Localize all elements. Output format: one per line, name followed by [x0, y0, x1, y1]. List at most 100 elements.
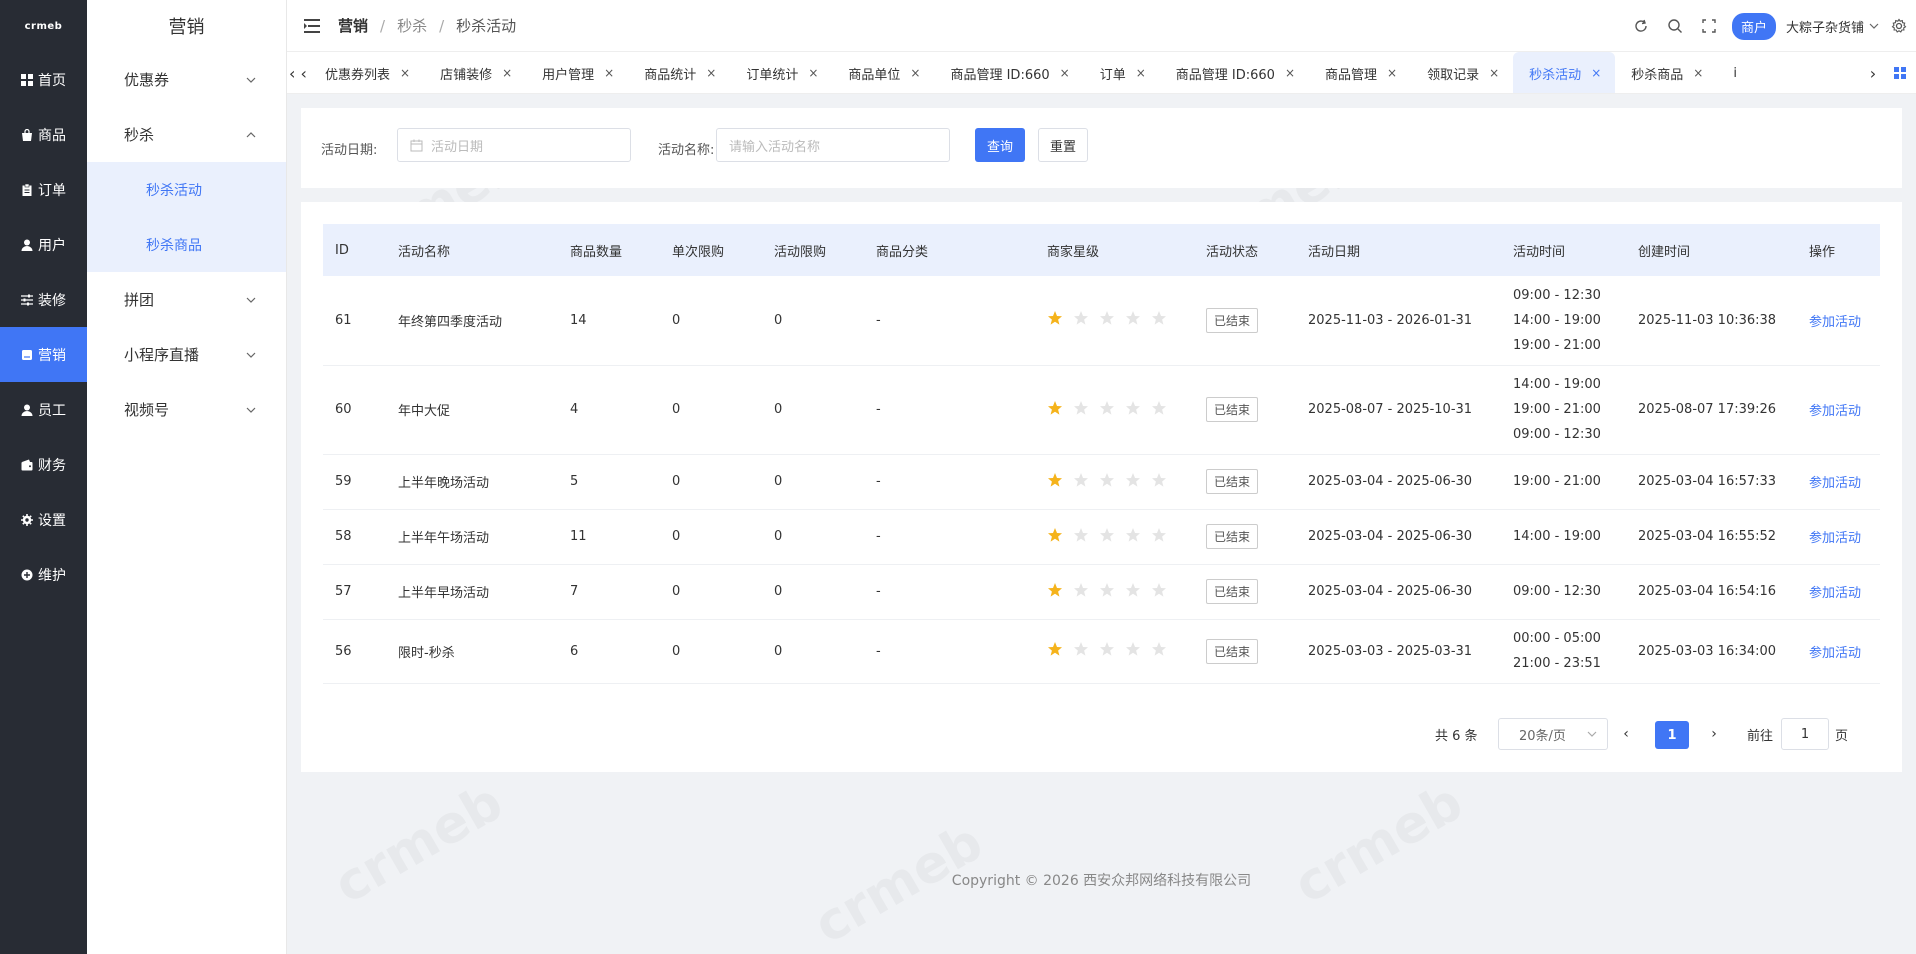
rail-item-1[interactable]: 商品	[0, 107, 87, 162]
star-icon	[1099, 400, 1115, 416]
star-icon	[1099, 527, 1115, 543]
cell-stars	[1035, 619, 1194, 684]
page-tab[interactable]: 店铺装修 ×	[424, 52, 526, 93]
close-icon[interactable]: ×	[1591, 66, 1601, 80]
column-header: 商品数量	[570, 244, 623, 260]
rail-item-4[interactable]: 装修	[0, 272, 87, 327]
rail-item-2[interactable]: 订单	[0, 162, 87, 217]
shop-name-dropdown[interactable]: 大粽子杂货铺	[1786, 17, 1879, 36]
close-icon[interactable]: ×	[400, 66, 410, 80]
main-nav-rail: crmeb 首页 商品 订单 用户装修营销员工财务设置维护	[0, 0, 87, 954]
rail-item-3[interactable]: 用户	[0, 217, 87, 272]
star-icon	[1099, 310, 1115, 326]
page-tab[interactable]: 商品管理 ×	[1309, 52, 1411, 93]
submenu-channels[interactable]: 视频号	[87, 382, 286, 437]
refresh-icon[interactable]	[1633, 18, 1649, 34]
cell-total: 0	[762, 365, 864, 455]
page-tab-label: 商品管理 ID:660	[950, 67, 1050, 83]
breadcrumb-item[interactable]: 秒杀	[397, 15, 427, 36]
submenu-live[interactable]: 小程序直播	[87, 327, 286, 382]
page-tab[interactable]: 秒杀活动 ×	[1513, 52, 1616, 93]
time-slot: 14:00 - 19:00	[1513, 312, 1601, 328]
cell-id: 58	[323, 509, 386, 565]
close-icon[interactable]: ×	[502, 66, 512, 80]
rail-item-7[interactable]: 财务	[0, 437, 87, 492]
prev-page-icon[interactable]: ‹	[1614, 718, 1638, 750]
rail-item-label: 装修	[38, 292, 66, 309]
star-icon	[1073, 400, 1089, 416]
join-activity-link[interactable]: 参加活动	[1809, 476, 1861, 491]
page-tab[interactable]: i	[1717, 52, 1751, 93]
activity-name-placeholder: 请输入活动名称	[729, 139, 821, 155]
star-icon	[1073, 527, 1089, 543]
cell-action: 参加活动	[1797, 509, 1880, 565]
rail-item-5[interactable]: 营销	[0, 327, 87, 382]
cell-status: 已结束	[1194, 509, 1296, 565]
star-icon	[1125, 400, 1141, 416]
activity-name-input[interactable]: 请输入活动名称	[716, 128, 950, 162]
star-icon	[1073, 582, 1089, 598]
rail-item-0[interactable]: 首页	[0, 52, 87, 107]
submenu-group-buy[interactable]: 拼团	[87, 272, 286, 327]
close-icon[interactable]: ×	[808, 66, 818, 80]
join-activity-link[interactable]: 参加活动	[1809, 531, 1861, 546]
gear-icon[interactable]	[1891, 18, 1907, 34]
close-icon[interactable]: ×	[1285, 66, 1295, 80]
rail-item-label: 设置	[38, 512, 66, 529]
date-range-input[interactable]: 活动日期	[397, 128, 631, 162]
submenu-seckill[interactable]: 秒杀	[87, 107, 286, 162]
rail-item-label: 财务	[38, 457, 66, 474]
page-tab[interactable]: 商品统计 ×	[628, 52, 730, 93]
rail-item-8[interactable]: 设置	[0, 492, 87, 547]
current-page-button[interactable]: 1	[1655, 721, 1689, 749]
close-icon[interactable]: ×	[910, 66, 920, 80]
tabs-scroll-left-icon[interactable]: ‹ ‹	[287, 52, 309, 93]
query-button[interactable]: 查询	[975, 128, 1025, 162]
reset-button[interactable]: 重置	[1038, 128, 1088, 162]
breadcrumb-item[interactable]: 营销	[338, 15, 368, 36]
page-tab[interactable]: 用户管理 ×	[526, 52, 628, 93]
cell-qty: 14	[558, 276, 660, 366]
join-activity-link[interactable]: 参加活动	[1809, 404, 1861, 419]
page-tab[interactable]: 订单统计 ×	[730, 52, 832, 93]
tabs-scroll-right-icon[interactable]: ›	[1862, 52, 1884, 93]
page-tab[interactable]: 秒杀商品 ×	[1615, 52, 1717, 93]
page-size-select[interactable]: 20条/页	[1498, 718, 1608, 750]
goto-page-input[interactable]: 1	[1781, 718, 1830, 750]
rail-item-9[interactable]: 维护	[0, 547, 87, 602]
close-icon[interactable]: ×	[1136, 66, 1146, 80]
close-icon[interactable]: ×	[706, 66, 716, 80]
close-icon[interactable]: ×	[1387, 66, 1397, 80]
star-icon	[1151, 641, 1167, 657]
next-page-icon[interactable]: ›	[1702, 718, 1726, 750]
fullscreen-icon[interactable]	[1701, 18, 1717, 34]
merchant-badge: 商户	[1731, 12, 1776, 40]
join-activity-link[interactable]: 参加活动	[1809, 586, 1861, 601]
submenu-seckill-goods[interactable]: 秒杀商品	[87, 217, 286, 272]
submenu-seckill-activity[interactable]: 秒杀活动	[87, 162, 286, 217]
page-tab[interactable]: 商品管理 ID:660 ×	[1160, 52, 1309, 93]
cell-times: 00:00 - 05:00 21:00 - 23:51	[1501, 619, 1626, 684]
close-icon[interactable]: ×	[1693, 66, 1703, 80]
rail-item-6[interactable]: 员工	[0, 382, 87, 437]
menu-toggle-icon[interactable]	[304, 18, 322, 33]
join-activity-link[interactable]: 参加活动	[1809, 315, 1861, 330]
tabs-menu-icon[interactable]	[1884, 52, 1916, 93]
submenu-coupon[interactable]: 优惠券	[87, 52, 286, 107]
page-tab[interactable]: 订单 ×	[1084, 52, 1160, 93]
brand-logo[interactable]: crmeb	[0, 0, 87, 52]
page-tab[interactable]: 商品单位 ×	[832, 52, 934, 93]
page-tab[interactable]: 优惠券列表 ×	[309, 52, 424, 93]
cell-single: 0	[660, 454, 762, 510]
close-icon[interactable]: ×	[1489, 66, 1499, 80]
page-size-value: 20条/页	[1519, 728, 1566, 744]
join-activity-link[interactable]: 参加活动	[1809, 646, 1861, 661]
cell-created: 2025-03-04 16:57:33	[1626, 454, 1797, 510]
close-icon[interactable]: ×	[604, 66, 614, 80]
page-tab[interactable]: 领取记录 ×	[1411, 52, 1513, 93]
search-icon[interactable]	[1667, 18, 1683, 34]
rail-item-label: 营销	[38, 347, 66, 364]
star-icon	[1125, 527, 1141, 543]
page-tab[interactable]: 商品管理 ID:660 ×	[934, 52, 1083, 93]
close-icon[interactable]: ×	[1060, 66, 1070, 80]
